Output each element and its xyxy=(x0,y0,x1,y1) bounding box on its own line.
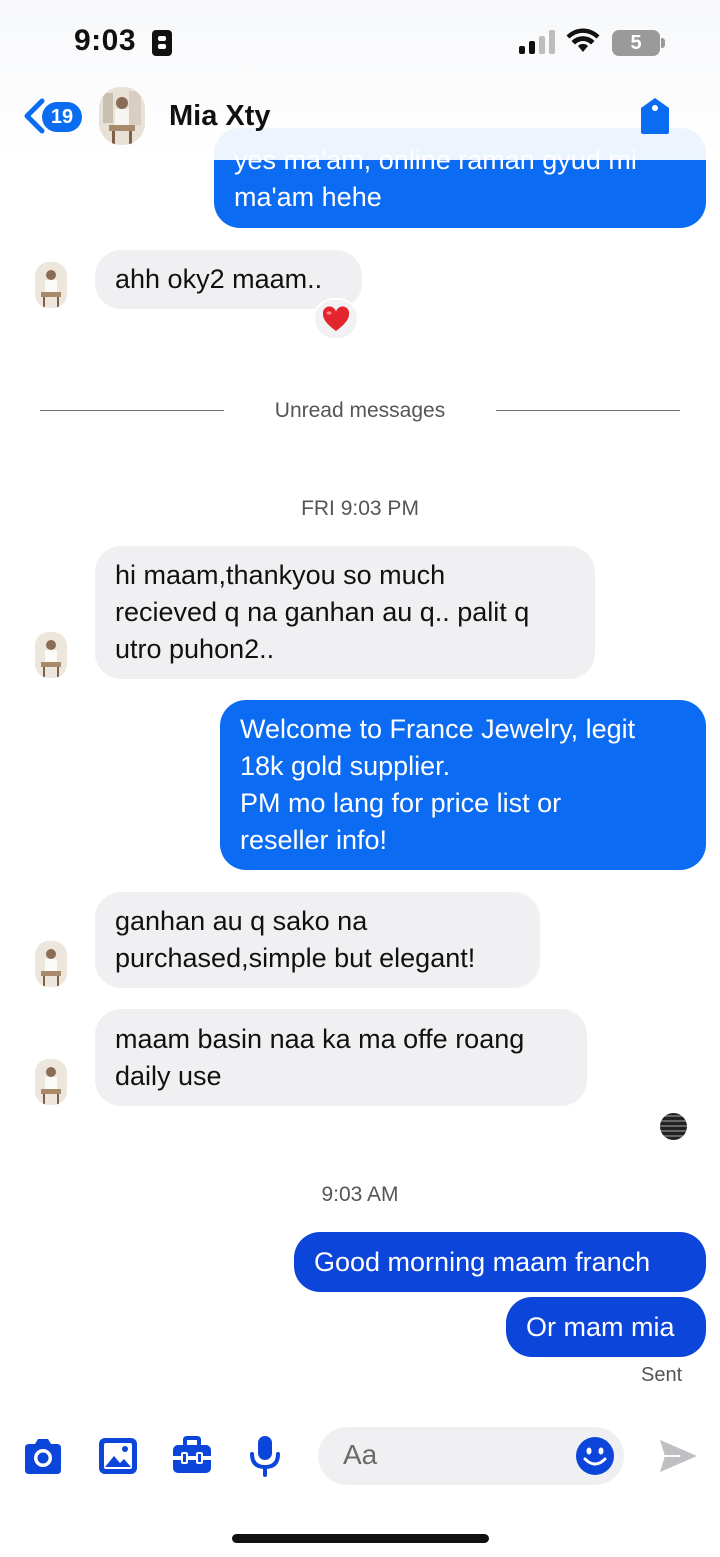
message-line: ma'am hehe xyxy=(234,182,382,212)
timestamp: FRI 9:03 PM xyxy=(301,497,419,520)
wifi-icon xyxy=(566,28,600,52)
message-line: Good morning maam franch xyxy=(314,1246,651,1277)
sender-avatar[interactable] xyxy=(35,262,67,308)
message-line: Welcome to France Jewelry, legit xyxy=(240,714,636,744)
microphone-icon[interactable] xyxy=(243,1434,287,1478)
unread-count-badge[interactable]: 19 xyxy=(42,102,82,132)
message-line: hi maam,thankyou so much xyxy=(115,560,446,590)
message-incoming[interactable]: maam basin naa ka ma offe roang daily us… xyxy=(95,1009,587,1106)
image-icon[interactable] xyxy=(96,1434,140,1478)
message-input-placeholder: Aa xyxy=(343,1439,378,1470)
message-outgoing[interactable]: Or mam mia xyxy=(506,1297,706,1357)
message-line: daily use xyxy=(115,1060,222,1091)
timestamp: 9:03 AM xyxy=(321,1183,399,1206)
contact-avatar[interactable] xyxy=(99,87,145,145)
cellular-signal-icon xyxy=(519,30,557,54)
heart-icon xyxy=(322,306,350,331)
sent-status: Sent xyxy=(641,1364,683,1386)
battery-indicator: 5 xyxy=(612,30,660,56)
sender-avatar[interactable] xyxy=(35,632,67,678)
message-line: purchased,simple but elegant! xyxy=(115,943,476,973)
message-line: reseller info! xyxy=(240,825,388,855)
send-icon[interactable] xyxy=(656,1434,700,1478)
camera-icon[interactable] xyxy=(21,1434,65,1478)
toolbox-icon[interactable] xyxy=(170,1434,214,1478)
unread-divider-label: Unread messages xyxy=(274,399,446,422)
focus-mode-icon xyxy=(152,30,172,56)
message-line: ahh oky2 maam.. xyxy=(115,264,323,294)
sender-avatar[interactable] xyxy=(35,1059,67,1105)
divider-line xyxy=(40,410,224,411)
message-line: maam basin naa ka ma offe roang xyxy=(115,1023,525,1054)
message-line: Or mam mia xyxy=(526,1311,675,1342)
message-outgoing[interactable]: Welcome to France Jewelry, legit 18k gol… xyxy=(220,700,706,870)
read-receipt-avatar xyxy=(660,1113,687,1140)
message-line: 18k gold supplier. xyxy=(240,751,451,781)
message-line: utro puhon2.. xyxy=(115,634,275,664)
divider-line xyxy=(496,410,680,411)
status-time: 9:03 xyxy=(74,24,137,57)
message-line: ganhan au q sako na xyxy=(115,906,368,936)
contact-name[interactable]: Mia Xty xyxy=(169,100,271,133)
heart-reaction[interactable] xyxy=(313,298,359,340)
tag-icon[interactable] xyxy=(638,96,672,136)
message-outgoing[interactable]: Good morning maam franch xyxy=(294,1232,706,1292)
message-incoming[interactable]: hi maam,thankyou so much recieved q na g… xyxy=(95,546,595,679)
emoji-icon[interactable] xyxy=(575,1436,615,1476)
message-line: PM mo lang for price list or xyxy=(240,788,562,818)
home-indicator xyxy=(232,1534,489,1543)
message-incoming[interactable]: ganhan au q sako na purchased,simple but… xyxy=(95,892,540,988)
sender-avatar[interactable] xyxy=(35,941,67,987)
message-line: recieved q na ganhan au q.. palit q xyxy=(115,597,530,627)
battery-tip xyxy=(661,38,665,48)
